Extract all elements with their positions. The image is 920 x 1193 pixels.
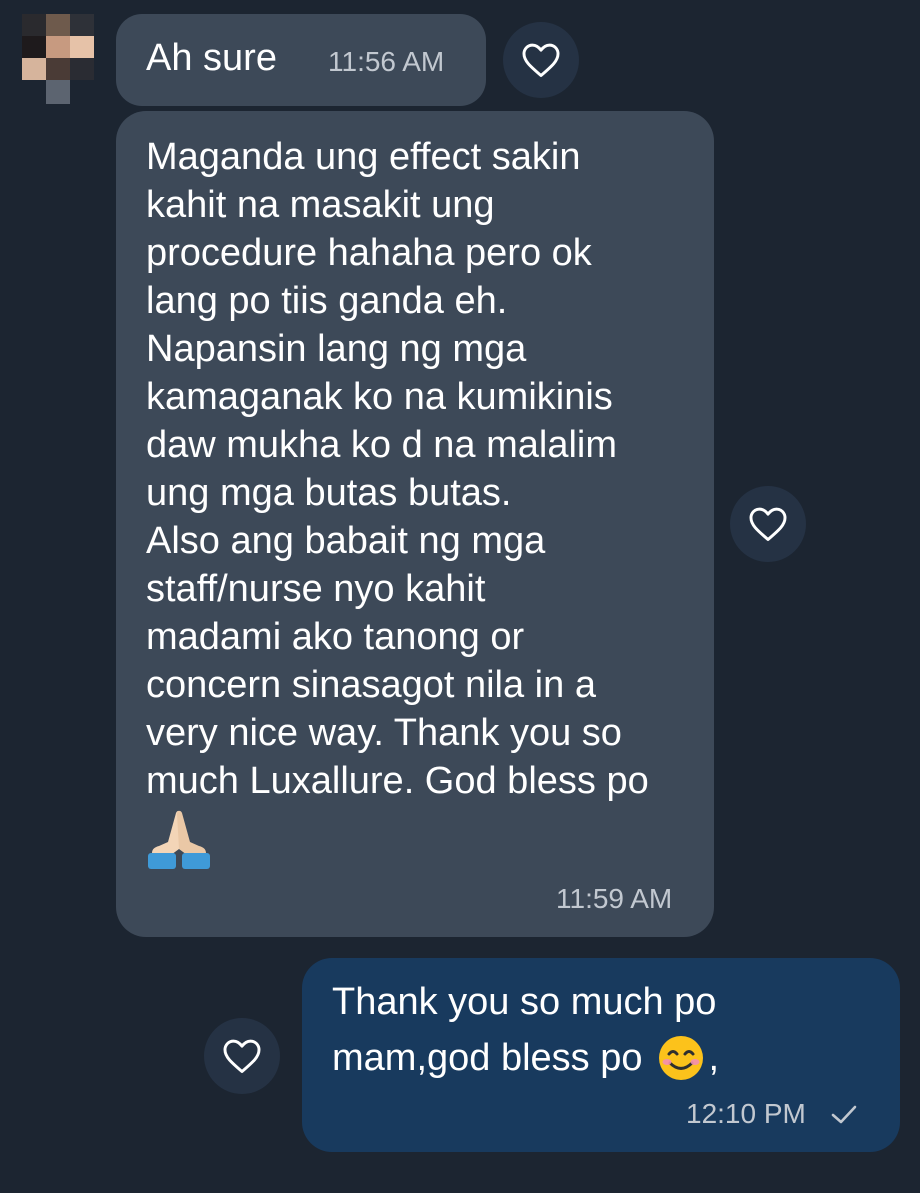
avatar[interactable] (22, 14, 94, 106)
heart-icon (223, 1039, 261, 1074)
heart-reaction-button[interactable] (730, 486, 806, 562)
heart-reaction-button[interactable] (204, 1018, 280, 1094)
chat-screen: Ah sure 11:56 AM Maganda ung effect saki… (0, 0, 920, 1193)
check-icon (831, 1105, 857, 1124)
message-trailing-text: , (708, 1037, 720, 1079)
message-text: Ah sure (146, 37, 277, 79)
heart-icon (749, 507, 787, 542)
message-timestamp: 11:56 AM (328, 46, 445, 77)
message-text-line-2: mam,god bless po , (332, 1034, 719, 1082)
folded-hands-emoji (148, 810, 210, 869)
outgoing-message-bubble[interactable]: Thank you so much po mam,god bless po , … (302, 958, 900, 1152)
message-text-line: Thank you so much po (332, 981, 717, 1023)
message-timestamp: 12:10 PM (686, 1098, 806, 1129)
heart-reaction-button[interactable] (503, 22, 579, 98)
incoming-message-bubble[interactable]: Ah sure 11:56 AM (116, 14, 486, 106)
message-text: Maganda ung effect sakin kahit na masaki… (146, 136, 649, 802)
heart-icon (522, 43, 560, 78)
message-text-line: mam,god bless po (332, 1037, 643, 1079)
message-timestamp: 11:59 AM (556, 883, 673, 914)
smiling-face-emoji (658, 1036, 703, 1080)
incoming-message-bubble[interactable]: Maganda ung effect sakin kahit na masaki… (116, 111, 714, 937)
